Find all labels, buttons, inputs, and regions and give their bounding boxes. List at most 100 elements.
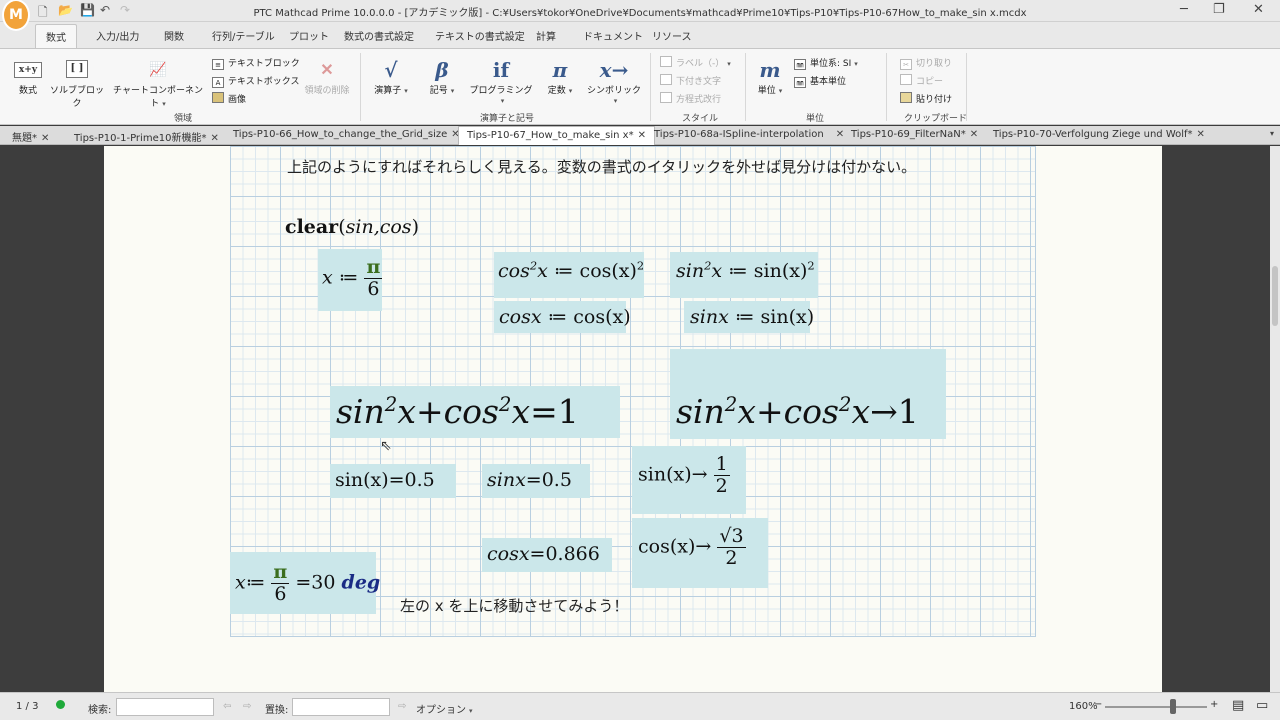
delete-region-icon: ✕ <box>320 60 334 79</box>
tab-functions[interactable]: 関数 <box>164 28 184 43</box>
text-box-button[interactable]: A テキストボックス <box>212 74 299 88</box>
tab-input-output[interactable]: 入力/出力 <box>96 28 139 43</box>
ribbon-panel: x+y 数式 [ ] ソルブブロック 📈 チャートコンポーネント ▾ ≡ テキストブ… <box>0 48 1280 125</box>
math-button[interactable]: x+y 数式 <box>10 57 46 96</box>
programming-button[interactable]: if プログラミング▾ <box>468 57 534 106</box>
calc-status-icon <box>56 700 65 709</box>
minimize-icon[interactable]: ─ <box>1180 2 1188 17</box>
worksheet-grid[interactable]: 上記のようにすればそれらしく見える。変数の書式のイタリックを外せば見分けは付かな… <box>230 146 1036 637</box>
group-separator <box>886 53 887 121</box>
vertical-scrollbar[interactable] <box>1270 146 1280 692</box>
doc-tab[interactable]: Tips-P10-1-Prime10新機能* ✕ <box>66 126 227 145</box>
tab-text-formatting[interactable]: テキストの書式設定 <box>435 28 525 43</box>
tab-math-formatting[interactable]: 数式の書式設定 <box>344 28 414 43</box>
exponent: 2 <box>724 393 738 416</box>
tab-calculation[interactable]: 計算 <box>536 28 556 43</box>
doc-tab[interactable]: Tips-P10-69_FilterNaN* ✕ <box>843 126 986 145</box>
group-regions-label: 領域 <box>174 114 193 124</box>
cut-label: 切り取り <box>916 59 953 69</box>
math-region-eval-sin[interactable]: sin(x)=0.5 <box>330 464 456 498</box>
constants-button[interactable]: π 定数 ▾ <box>538 57 582 96</box>
sin-call: sin(x) <box>760 306 815 328</box>
tab-math[interactable]: 数式 <box>35 24 77 49</box>
chart-component-button[interactable]: 📈 チャートコンポーネント ▾ <box>110 57 206 109</box>
zoom-out-icon[interactable]: − <box>1094 699 1102 710</box>
symbols-button[interactable]: β 記号 ▾ <box>420 57 464 96</box>
symbolic-operator: → <box>695 535 712 558</box>
doc-tab[interactable]: 無題* ✕ <box>4 126 57 145</box>
unit-system-dropdown[interactable]: ㎜単位系: SI ▾ <box>794 56 858 70</box>
scrollbar-thumb[interactable] <box>1272 266 1278 326</box>
result-value: 0.5 <box>404 469 435 491</box>
math-region-define-x[interactable]: x ≔ π6 <box>318 249 383 311</box>
zoom-slider-handle[interactable] <box>1170 699 1176 714</box>
var-sinx: sinx <box>690 306 729 328</box>
page-view-icon[interactable]: ▤ <box>1232 698 1244 713</box>
close-icon[interactable]: ✕ <box>41 133 49 144</box>
paste-button[interactable]: 貼り付け <box>900 92 952 105</box>
find-input[interactable] <box>116 698 214 716</box>
doc-tab[interactable]: Tips-P10-68a-ISpline-interpolation ✕ <box>646 126 852 145</box>
fraction-numerator: π <box>271 561 290 584</box>
sin-name: sin <box>336 392 385 431</box>
app-logo[interactable]: M <box>4 1 28 29</box>
tab-matrices-tables[interactable]: 行列/テーブル <box>212 28 275 43</box>
plus-operator: + <box>755 392 784 431</box>
var-x: x <box>322 266 333 289</box>
tab-overflow-icon[interactable]: ▾ <box>1270 129 1274 138</box>
fraction-denominator: 2 <box>715 474 728 497</box>
tab-document[interactable]: ドキュメント <box>583 28 643 43</box>
math-region-symbolic-sin[interactable]: sin(x)→ 12 <box>632 446 746 514</box>
math-region-identity-symbolic[interactable]: sin2x+cos2x→1 <box>670 349 946 439</box>
restore-icon[interactable]: ❐ <box>1213 2 1225 17</box>
math-region-symbolic-cos[interactable]: cos(x)→ √3 2 <box>632 518 768 588</box>
replace-label: 置換: <box>265 705 289 716</box>
evaluate-operator: = <box>388 469 405 491</box>
zoom-in-icon[interactable]: + <box>1210 699 1218 710</box>
close-icon[interactable]: ✕ <box>638 130 646 141</box>
if-icon: if <box>492 58 510 82</box>
group-units-label: 単位 <box>806 114 825 124</box>
doc-tab[interactable]: Tips-P10-66_How_to_change_the_Grid_size ✕ <box>225 126 468 145</box>
symbolic-button[interactable]: x→ シンボリック▾ <box>584 57 644 106</box>
cut-button: ✂ 切り取り <box>900 56 952 70</box>
options-button[interactable]: オプション ▾ <box>416 701 473 716</box>
text-block-button[interactable]: ≡ テキストブロック <box>212 56 300 70</box>
doc-tab-active[interactable]: Tips-P10-67_How_to_make_sin x* ✕ <box>458 126 655 145</box>
close-icon[interactable]: ✕ <box>1253 2 1264 17</box>
tab-plots[interactable]: プロット <box>289 28 329 43</box>
clipboard-icon <box>900 92 912 103</box>
fraction-numerator: π <box>364 256 383 279</box>
result-value: 1 <box>557 392 579 431</box>
define-operator: ≔ <box>728 260 748 282</box>
operators-button[interactable]: √ 演算子 ▾ <box>368 57 414 96</box>
close-icon[interactable]: ✕ <box>970 129 978 140</box>
math-region-define-cosx[interactable]: cosx ≔ cos(x) <box>494 301 631 333</box>
doc-tab-label: Tips-P10-70-Verfolgung Ziege und Wolf* <box>993 129 1193 140</box>
close-icon[interactable]: ✕ <box>210 133 218 144</box>
math-region-clear[interactable]: clear(sin,cos) <box>285 216 419 238</box>
math-region-identity-evaluate[interactable]: sin2x+cos2x=1 <box>330 386 620 438</box>
math-region-define-sin2x[interactable]: sin2x ≔ sin(x)2 <box>670 252 818 298</box>
zoom-slider[interactable] <box>1105 706 1207 708</box>
close-icon[interactable]: ✕ <box>1197 129 1205 140</box>
math-region-define-x-deg[interactable]: x≔ π6 =30 deg <box>230 552 380 614</box>
image-button[interactable]: 画像 <box>212 92 246 105</box>
chevron-down-icon: ▾ <box>568 87 573 95</box>
text-region-note-bottom[interactable]: 左の x を上に移動させてみよう！ <box>400 595 628 616</box>
math-region-define-sinx[interactable]: sinx ≔ sin(x) <box>684 301 814 333</box>
math-region-define-cos2x[interactable]: cos2x ≔ cos(x)2 <box>494 252 644 298</box>
base-unit-button[interactable]: ㎜基本単位 <box>794 74 846 88</box>
tab-resources[interactable]: リソース <box>652 28 692 43</box>
var-x: x <box>235 571 246 594</box>
doc-tab[interactable]: Tips-P10-70-Verfolgung Ziege und Wolf* ✕ <box>985 126 1213 145</box>
text-region-note-top[interactable]: 上記のようにすればそれらしく見える。変数の書式のイタリックを外せば見分けは付かな… <box>287 156 916 177</box>
solve-block-button[interactable]: [ ] ソルブブロック <box>50 57 104 109</box>
draft-view-icon[interactable]: ▭ <box>1256 698 1268 713</box>
units-button[interactable]: m 単位 ▾ <box>750 57 790 96</box>
define-operator: ≔ <box>553 260 574 282</box>
math-region-eval-sinx[interactable]: sinx=0.5 <box>482 464 590 498</box>
replace-input[interactable] <box>292 698 390 716</box>
math-region-eval-cosx[interactable]: cosx=0.866 <box>482 538 612 572</box>
find-next-icon: ⇨ <box>243 701 252 712</box>
